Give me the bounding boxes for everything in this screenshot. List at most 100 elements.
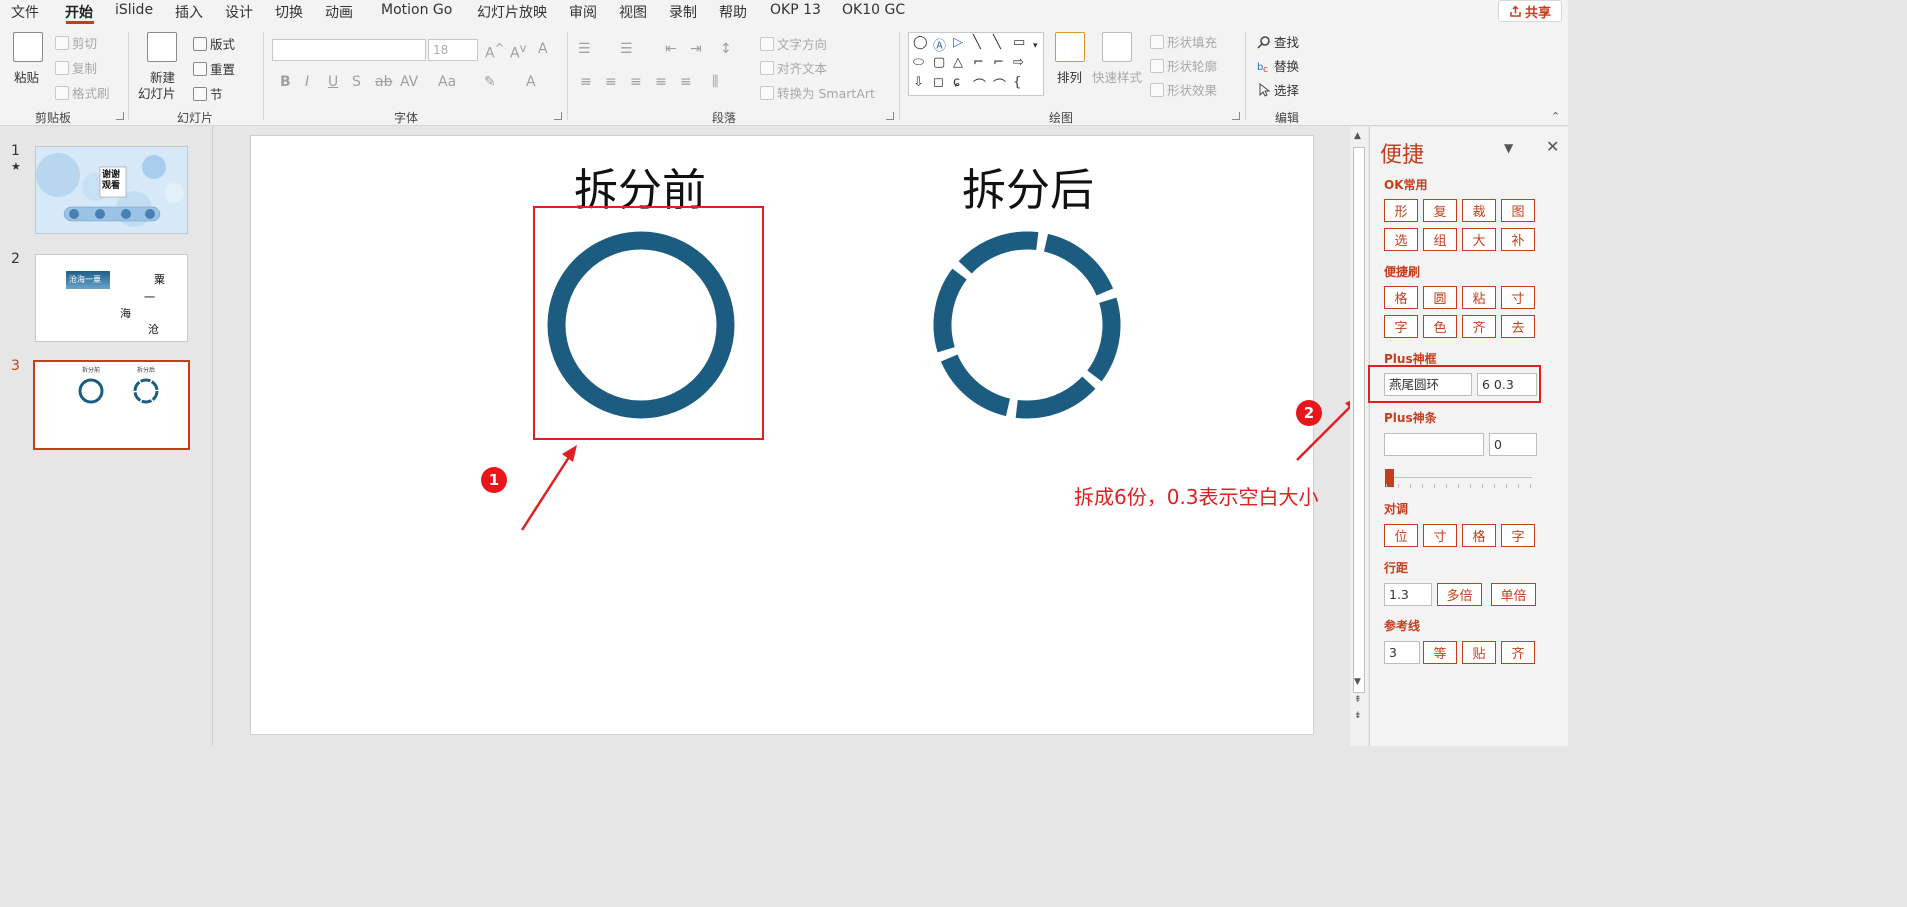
shadow-button[interactable]: S xyxy=(352,74,361,90)
slide-thumbnail-1[interactable]: 谢谢观看 xyxy=(35,146,188,234)
guides-align-button[interactable]: 齐 xyxy=(1501,641,1535,664)
scroll-up-icon[interactable]: ▲ xyxy=(1354,131,1361,141)
select-button[interactable]: 选择 xyxy=(1257,80,1299,99)
drawing-launcher[interactable] xyxy=(1232,112,1240,120)
align-right-icon[interactable]: ≡ xyxy=(630,74,642,90)
bold-button[interactable]: B xyxy=(280,74,291,90)
ok-crop-button[interactable]: 裁 xyxy=(1462,199,1496,222)
cut-button[interactable]: 剪切 xyxy=(55,33,97,52)
ok-image-button[interactable]: 图 xyxy=(1501,199,1535,222)
ring-segment[interactable] xyxy=(1087,297,1121,382)
arrow-line-icon[interactable]: ╲ xyxy=(993,35,1001,50)
plus-bar-value-input[interactable]: 0 xyxy=(1489,433,1537,456)
slide-thumbnail-3[interactable]: 拆分前 拆分后 xyxy=(33,360,190,450)
replace-button[interactable]: b c 替换 xyxy=(1257,56,1299,75)
ring-segment[interactable] xyxy=(958,231,1039,274)
triangle-icon[interactable]: △ xyxy=(953,55,963,70)
pane-options-icon[interactable]: ▼ xyxy=(1504,141,1513,155)
ok-fill-button[interactable]: 补 xyxy=(1501,228,1535,251)
next-slide-icon[interactable]: ⇟ xyxy=(1354,711,1362,721)
underline-button[interactable]: U xyxy=(328,74,338,90)
menu-file[interactable]: 文件 xyxy=(11,2,39,22)
ring-segment[interactable] xyxy=(933,268,967,353)
menu-transitions[interactable]: 切换 xyxy=(275,2,303,22)
brush-size-button[interactable]: 寸 xyxy=(1501,286,1535,309)
right-arrow-icon[interactable]: ⇨ xyxy=(1013,55,1024,70)
decrease-indent-icon[interactable]: ⇤ xyxy=(665,41,677,57)
shape-fill-button[interactable]: 形状填充 xyxy=(1150,32,1217,51)
clear-format-icon[interactable]: A xyxy=(538,41,548,57)
font-size-combo[interactable]: 18 xyxy=(428,39,478,61)
distributed-icon[interactable]: ≡ xyxy=(680,74,692,90)
elbow-connector-icon[interactable]: ⌐ xyxy=(993,55,1004,70)
ok-shape-button[interactable]: 形 xyxy=(1384,199,1418,222)
line-icon[interactable]: ╲ xyxy=(973,35,981,50)
vertical-scrollbar[interactable]: ▲ ▼ ⇞ ⇟ xyxy=(1350,127,1368,746)
ring-segment[interactable] xyxy=(1043,233,1114,296)
numbering-icon[interactable]: ☰ xyxy=(620,41,633,57)
paste-button[interactable]: 粘贴 xyxy=(14,67,39,86)
align-position-button[interactable]: 位 xyxy=(1384,524,1418,547)
menu-insert[interactable]: 插入 xyxy=(175,2,203,22)
menu-help[interactable]: 帮助 xyxy=(719,2,747,22)
strikethrough-button[interactable]: ab xyxy=(375,74,392,90)
rounded-rect-icon[interactable]: ▢ xyxy=(933,55,945,70)
plus-bar-text-input[interactable] xyxy=(1384,433,1484,456)
columns-icon[interactable]: ⫼ xyxy=(712,74,718,90)
menu-islide[interactable]: iSlide xyxy=(115,2,153,18)
guides-equal-button[interactable]: 等 xyxy=(1423,641,1457,664)
brace-icon[interactable]: { xyxy=(1013,75,1021,90)
current-slide[interactable]: 拆分前 拆分后 1 2 拆成6份，0.3表示空白大小 xyxy=(250,135,1322,735)
menu-view[interactable]: 视图 xyxy=(619,2,647,22)
plus-bar-slider-track[interactable] xyxy=(1386,477,1532,478)
down-arrow-icon[interactable]: ⇩ xyxy=(913,75,924,90)
align-left-icon[interactable]: ≡ xyxy=(580,74,592,90)
new-slide-dropdown[interactable]: 幻灯片 xyxy=(138,83,176,102)
font-color-icon[interactable]: A xyxy=(526,74,536,90)
italic-button[interactable]: I xyxy=(305,74,309,90)
line-spacing-input[interactable]: 1.3 xyxy=(1384,583,1432,606)
brush-paste-button[interactable]: 粘 xyxy=(1462,286,1496,309)
curve-icon[interactable]: ⌒ xyxy=(973,75,986,94)
ok-copy-button[interactable]: 复 xyxy=(1423,199,1457,222)
bullets-icon[interactable]: ☰ xyxy=(578,41,591,57)
slide-thumbnail-2[interactable]: 沧海一粟 粟 一 海 沧 xyxy=(35,254,188,342)
align-center-icon[interactable]: ≡ xyxy=(605,74,617,90)
menu-record[interactable]: 录制 xyxy=(669,2,697,22)
section-button[interactable]: 节 xyxy=(193,84,223,103)
quick-styles-button[interactable]: 快速样式 xyxy=(1092,67,1142,86)
menu-ok10gc[interactable]: OK10 GC xyxy=(842,2,905,18)
highlight-icon[interactable]: ✎ xyxy=(484,74,496,90)
guides-count-input[interactable]: 3 xyxy=(1384,641,1420,664)
justify-icon[interactable]: ≡ xyxy=(655,74,667,90)
copy-button[interactable]: 复制 xyxy=(55,58,97,77)
menu-design[interactable]: 设计 xyxy=(225,2,253,22)
ellipse-icon[interactable]: ⬭ xyxy=(913,55,924,70)
text-direction-button[interactable]: 文字方向 xyxy=(760,34,827,53)
menu-motion-go[interactable]: Motion Go xyxy=(381,2,452,18)
share-button[interactable]: 共享 xyxy=(1498,0,1562,22)
gallery-more-icon[interactable]: ▾ xyxy=(1033,41,1038,51)
multiple-spacing-button[interactable]: 多倍 xyxy=(1437,583,1482,606)
menu-animations[interactable]: 动画 xyxy=(325,2,353,22)
connector-icon[interactable]: ⌐ xyxy=(973,55,984,70)
brush-remove-button[interactable]: 去 xyxy=(1501,315,1535,338)
ok-group-button[interactable]: 组 xyxy=(1423,228,1457,251)
arc-icon[interactable]: ⌒ xyxy=(993,75,1006,94)
brush-round-button[interactable]: 圆 xyxy=(1423,286,1457,309)
single-spacing-button[interactable]: 单倍 xyxy=(1491,583,1536,606)
freeform-icon[interactable]: ɕ xyxy=(953,75,960,90)
shape-effects-button[interactable]: 形状效果 xyxy=(1150,80,1217,99)
layout-button[interactable]: 版式 xyxy=(193,34,235,53)
brush-align-button[interactable]: 齐 xyxy=(1462,315,1496,338)
change-case-icon[interactable]: Aa xyxy=(438,74,456,90)
format-painter-button[interactable]: 格式刷 xyxy=(55,83,110,102)
oval-shape-icon[interactable]: ◯ xyxy=(913,35,928,50)
scrollbar-thumb[interactable] xyxy=(1353,147,1365,693)
textbox-icon[interactable]: Ⓐ xyxy=(933,35,946,54)
font-launcher[interactable] xyxy=(554,112,562,120)
callout-icon[interactable]: ◻ xyxy=(933,75,944,90)
reset-button[interactable]: 重置 xyxy=(193,59,235,78)
rectangle-icon[interactable]: ▭ xyxy=(1013,35,1025,50)
ok-select-button[interactable]: 选 xyxy=(1384,228,1418,251)
